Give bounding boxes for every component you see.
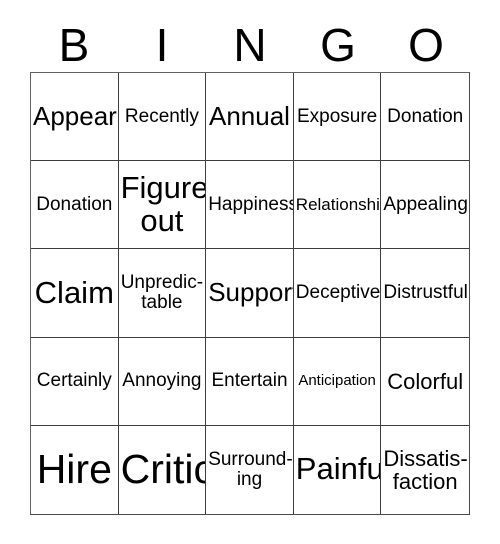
bingo-cell-label: Relationship	[295, 194, 382, 214]
bingo-cell[interactable]: Critic	[118, 425, 207, 514]
bingo-cell[interactable]: Hire	[31, 425, 119, 514]
header-letter-o: O	[408, 19, 444, 71]
bingo-cell[interactable]: Dissatis- faction	[381, 425, 469, 514]
bingo-cell-label: Colorful	[387, 368, 464, 394]
bingo-cell[interactable]: Appear	[31, 73, 119, 162]
bingo-card: B I N G O Appear Recently Annual Exposur…	[0, 0, 500, 544]
bingo-cell-label: Anticipation	[298, 372, 376, 390]
bingo-cell[interactable]: Support	[206, 249, 294, 338]
bingo-grid: Appear Recently Annual Exposure Donation…	[30, 72, 470, 515]
bingo-cell-label: Surround- ing	[208, 448, 293, 490]
bingo-cell-label: Appear	[33, 100, 117, 131]
bingo-cell-label: Unpredic- table	[120, 271, 204, 313]
bingo-cell[interactable]: Claim	[31, 249, 119, 338]
bingo-cell-label: Appealing	[383, 193, 468, 215]
bingo-cell[interactable]: Unpredic- table	[118, 249, 207, 338]
bingo-cell[interactable]: Annual	[206, 73, 294, 162]
bingo-cell[interactable]: Colorful	[381, 337, 469, 426]
bingo-cell-label: Annoying	[122, 370, 202, 392]
bingo-cell[interactable]: Exposure	[293, 73, 382, 162]
bingo-cell-label: Recently	[124, 105, 199, 127]
bingo-cell-label: Painful	[295, 451, 382, 487]
bingo-cell[interactable]: Painful	[293, 425, 382, 514]
bingo-cell-label: Donation	[387, 105, 464, 127]
bingo-cell[interactable]: Donation	[381, 73, 469, 162]
bingo-cell-label: Critic	[120, 446, 207, 493]
bingo-cell-label: Entertain	[211, 370, 288, 392]
bingo-cell-label: Annual	[209, 100, 290, 131]
bingo-cell[interactable]: Distrustful	[381, 249, 469, 338]
bingo-cell[interactable]: Recently	[118, 73, 207, 162]
bingo-cell[interactable]: Certainly	[31, 337, 119, 426]
bingo-cell-label: Dissatis- faction	[383, 445, 468, 494]
header-letter-i: I	[155, 19, 169, 71]
bingo-cell[interactable]: Surround- ing	[206, 425, 294, 514]
bingo-cell-label: Deceptive	[295, 281, 381, 303]
header-letter-n: N	[233, 19, 267, 71]
bingo-cell[interactable]: Annoying	[118, 337, 207, 426]
bingo-cell-label: Exposure	[296, 105, 378, 127]
header-letter-g: G	[320, 19, 356, 71]
bingo-cell-label: Distrustful	[383, 281, 468, 303]
bingo-cell[interactable]: Entertain	[206, 337, 294, 426]
bingo-cell[interactable]: Figure out	[118, 161, 207, 250]
bingo-cell[interactable]: Happiness	[206, 161, 294, 250]
bingo-cell-label: Hire	[36, 446, 112, 493]
bingo-header: B I N G O	[30, 12, 470, 70]
bingo-cell-label: Donation	[36, 193, 113, 215]
bingo-cell[interactable]: Anticipation	[293, 337, 382, 426]
bingo-cell-label: Figure out	[120, 169, 207, 238]
bingo-cell-label: Support	[208, 277, 294, 308]
bingo-cell-label: Claim	[34, 274, 114, 310]
bingo-cell[interactable]: Deceptive	[293, 249, 382, 338]
bingo-cell-label: Certainly	[36, 370, 112, 392]
bingo-cell-label: Happiness	[208, 193, 294, 215]
bingo-cell[interactable]: Appealing	[381, 161, 469, 250]
header-letter-b: B	[58, 19, 90, 71]
bingo-cell[interactable]: Donation	[31, 161, 119, 250]
bingo-cell[interactable]: Relationship	[293, 161, 382, 250]
